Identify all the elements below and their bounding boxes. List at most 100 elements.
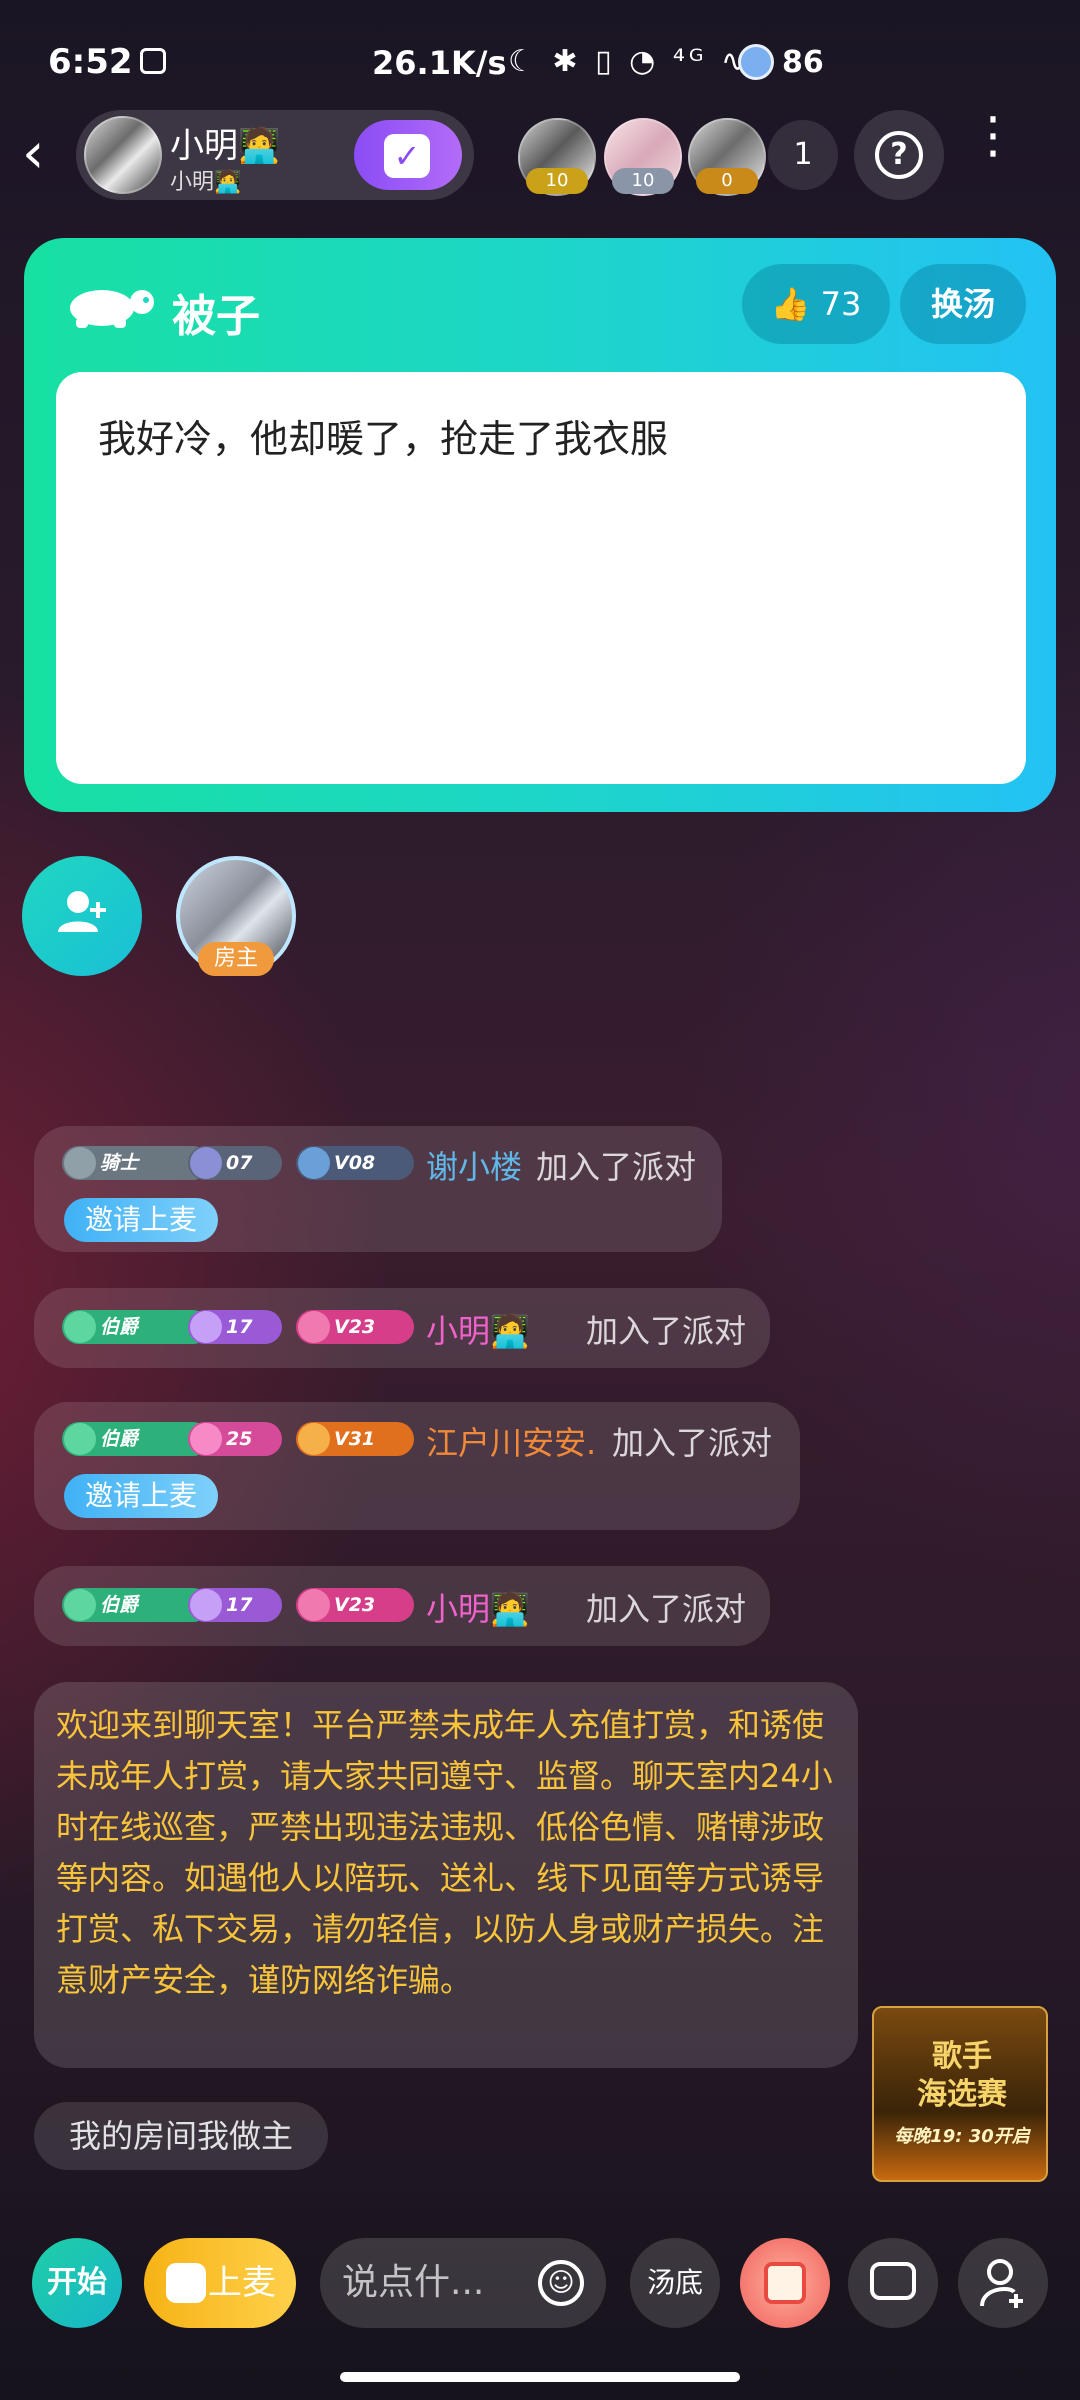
badge-text: 17: [226, 1316, 253, 1338]
singer-contest-banner[interactable]: 歌手 海选赛 每晚19: 30开启: [872, 2006, 1048, 2182]
host-name: 小明🧑‍💻: [170, 126, 281, 166]
add-user-icon: [58, 891, 106, 932]
vip-badge: V08: [296, 1146, 414, 1180]
owner-label: 房主: [198, 942, 274, 976]
soup-answer-button[interactable]: 汤底: [630, 2238, 720, 2328]
topic-body: 我好冷，他却暖了，抢走了我衣服: [56, 372, 1026, 784]
badge-text: 25: [226, 1428, 253, 1450]
vip-icon: [298, 1589, 330, 1621]
emoji-icon[interactable]: ☺: [538, 2260, 584, 2306]
join-mic-label: 上麦: [208, 2263, 276, 2303]
like-button[interactable]: 👍 73: [742, 264, 890, 344]
host-avatar[interactable]: [84, 116, 162, 194]
vip-badge: V23: [296, 1310, 414, 1344]
level-badge: 25: [188, 1422, 282, 1456]
gem-icon: [190, 1423, 222, 1455]
battery-icon: [738, 44, 774, 80]
chat-username[interactable]: 江户川安安.: [426, 1418, 596, 1464]
chat-username[interactable]: 小明🧑‍💻: [426, 1306, 530, 1352]
chat-action: 加入了派对: [536, 1148, 697, 1186]
promo-title-line: 歌手: [932, 2039, 992, 2074]
sofa-icon: [166, 2263, 206, 2303]
shield-icon: [64, 1147, 96, 1179]
badge-text: V31: [334, 1428, 376, 1450]
chat-bubble-icon: [870, 2262, 916, 2300]
badge-text: V08: [334, 1152, 376, 1174]
chat-message: 伯爵 17 V23 小明🧑‍💻 加入了派对: [34, 1566, 770, 1646]
badge-text: 伯爵: [100, 1428, 139, 1450]
vip-icon: [298, 1311, 330, 1343]
badge-text: 17: [226, 1594, 253, 1616]
add-seat-button[interactable]: [22, 856, 142, 976]
chat-message: 伯爵 17 V23 小明🧑‍💻 加入了派对: [34, 1288, 770, 1368]
home-indicator[interactable]: [340, 2372, 740, 2382]
chat-action: 加入了派对: [586, 1590, 747, 1628]
like-count: 73: [820, 285, 862, 323]
system-notice: 欢迎来到聊天室！平台严禁未成年人充值打赏，和诱使未成年人打赏，请大家共同遵守、监…: [34, 1682, 858, 2068]
host-subtitle: 小明🧑‍💻: [170, 170, 242, 195]
promo-title-line: 海选赛: [917, 2077, 1007, 2112]
add-friend-icon: [980, 2259, 1023, 2308]
more-icon: ⋮: [968, 106, 1018, 164]
chat-message: 骑士 07 V08 谢小楼 加入了派对 邀请上麦: [34, 1126, 722, 1252]
gem-icon: [190, 1311, 222, 1343]
status-icons: ☾ ✱ ▯ ◔ ⁴ᴳ ∿: [508, 44, 751, 79]
checkin-icon: ✓: [384, 134, 430, 178]
viewer-badge: 10: [612, 168, 674, 194]
gem-icon: [190, 1589, 222, 1621]
status-bar: 6:52 26.1K/s ☾ ✱ ▯ ◔ ⁴ᴳ ∿ 86: [0, 0, 1080, 120]
badge-text: 伯爵: [100, 1594, 139, 1616]
thumbs-up-icon: 👍: [770, 285, 811, 323]
net-speed: 26.1K/s: [372, 44, 507, 82]
chat-action: 加入了派对: [586, 1312, 747, 1350]
viewer-badge: 0: [696, 168, 758, 194]
badge-text: 07: [226, 1152, 253, 1174]
chat-input[interactable]: 说点什... ☺: [320, 2238, 606, 2328]
vip-badge: V23: [296, 1588, 414, 1622]
add-friend-button[interactable]: [958, 2238, 1048, 2328]
badge-text: V23: [334, 1594, 376, 1616]
chat-username[interactable]: 小明🧑‍💻: [426, 1584, 530, 1630]
vip-icon: [298, 1423, 330, 1455]
topic-card: 被子 👍 73 换汤 我好冷，他却暖了，抢走了我衣服: [24, 238, 1056, 812]
notice-text: 欢迎来到聊天室！平台严禁未成年人充值打赏，和诱使未成年人打赏，请大家共同遵守、监…: [56, 1706, 833, 1999]
join-mic-button[interactable]: 上麦: [144, 2238, 296, 2328]
back-button[interactable]: ‹: [22, 124, 72, 188]
checkin-button[interactable]: ✓: [354, 120, 462, 190]
badge-text: 骑士: [100, 1152, 139, 1174]
gift-icon: [764, 2262, 806, 2304]
invite-to-mic-button[interactable]: 邀请上麦: [64, 1474, 218, 1518]
gift-button[interactable]: [740, 2238, 830, 2328]
level-badge: 17: [188, 1310, 282, 1344]
chat-input-placeholder: 说点什...: [342, 2262, 485, 2303]
battery-level: 86: [782, 44, 824, 80]
viewer-count[interactable]: 1: [768, 120, 838, 190]
level-badge: 17: [188, 1588, 282, 1622]
shield-icon: [64, 1423, 96, 1455]
chat-message: 伯爵 25 V31 江户川安安. 加入了派对 邀请上麦: [34, 1402, 800, 1530]
start-button[interactable]: 开始: [32, 2238, 122, 2328]
messages-button[interactable]: [848, 2238, 938, 2328]
shield-icon: [64, 1311, 96, 1343]
help-icon: ?: [875, 131, 923, 179]
more-button[interactable]: ⋮: [968, 110, 1018, 190]
invite-to-mic-button[interactable]: 邀请上麦: [64, 1198, 218, 1242]
chat-username[interactable]: 谢小楼: [426, 1142, 522, 1188]
level-badge: 07: [188, 1146, 282, 1180]
room-tagline: 我的房间我做主: [34, 2102, 328, 2170]
topic-title: 被子: [172, 291, 260, 342]
host-info[interactable]: 小明🧑‍💻 小明🧑‍💻 ✓: [76, 110, 474, 200]
vip-icon: [298, 1147, 330, 1179]
vip-badge: V31: [296, 1422, 414, 1456]
status-time: 6:52: [48, 42, 133, 82]
promo-title: 歌手 海选赛: [874, 2038, 1050, 2114]
promo-time: 每晚19: 30开启: [894, 2126, 1030, 2147]
badge-text: V23: [334, 1316, 376, 1338]
switch-topic-button[interactable]: 换汤: [900, 264, 1026, 344]
shield-icon: [64, 1589, 96, 1621]
chat-action: 加入了派对: [612, 1424, 773, 1462]
viewer-badge: 10: [526, 168, 588, 194]
topic-text: 我好冷，他却暖了，抢走了我衣服: [98, 417, 669, 461]
notification-icon: [140, 48, 166, 74]
help-button[interactable]: ?: [854, 110, 944, 200]
